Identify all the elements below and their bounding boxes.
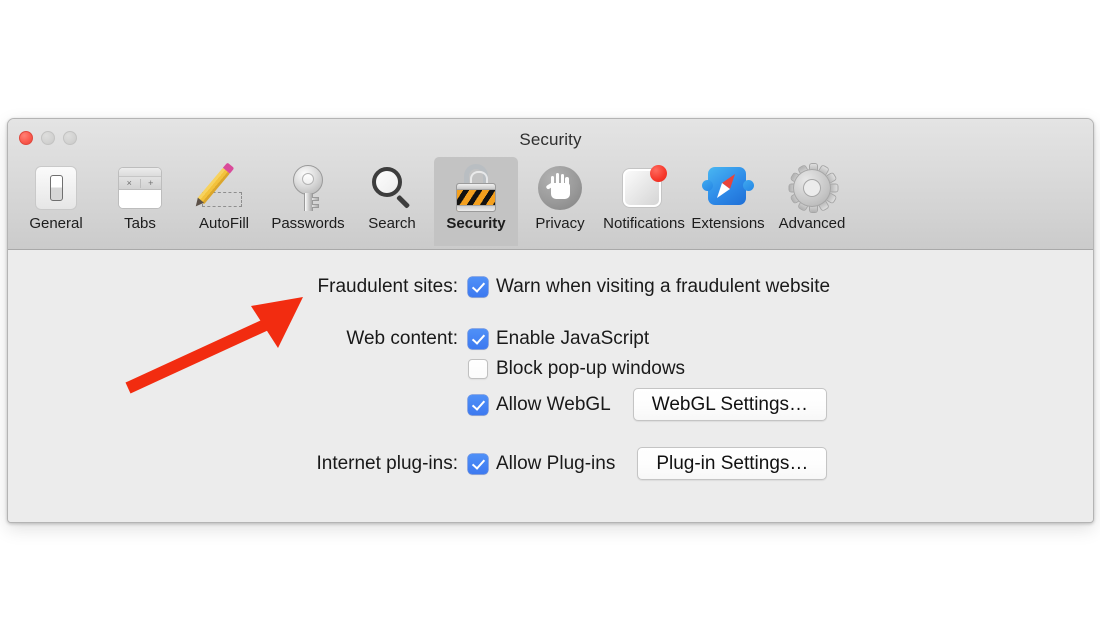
hand-icon	[538, 162, 582, 214]
toolbar-tab-search[interactable]: Search	[350, 157, 434, 246]
screenshot-canvas: Security General × + Tabs AutoFill Passw…	[0, 0, 1100, 644]
key-icon	[291, 162, 325, 214]
toolbar-tab-advanced[interactable]: Advanced	[770, 157, 854, 246]
toolbar-tab-privacy[interactable]: Privacy	[518, 157, 602, 246]
toolbar-tab-label: AutoFill	[198, 215, 250, 232]
window-chrome: Security General × + Tabs AutoFill Passw…	[8, 119, 1093, 250]
safari-preferences-window: Security General × + Tabs AutoFill Passw…	[7, 118, 1094, 523]
setting-row-allow-webgl: Allow WebGL WebGL Settings…	[8, 388, 1093, 421]
preferences-toolbar: General × + Tabs AutoFill Passwords Sear…	[14, 157, 854, 250]
group-label-web-content: Web content:	[346, 328, 458, 349]
toolbar-tab-label: Tabs	[124, 215, 156, 232]
toolbar-tab-label: Notifications	[603, 215, 685, 232]
group-label-fraudulent-sites: Fraudulent sites:	[317, 276, 458, 297]
checkbox-enable-javascript[interactable]	[468, 329, 488, 349]
checkbox-allow-plugins[interactable]	[468, 453, 488, 474]
gear-icon	[789, 162, 835, 214]
switch-icon	[35, 162, 77, 214]
checkbox-block-popup-windows[interactable]	[468, 359, 488, 379]
window-title: Security	[519, 130, 582, 149]
toolbar-tab-label: Advanced	[778, 215, 846, 232]
plugin-settings-button[interactable]: Plug-in Settings…	[637, 447, 828, 480]
toolbar-tab-label: Security	[446, 215, 506, 232]
webgl-settings-button[interactable]: WebGL Settings…	[632, 388, 828, 421]
puzzle-compass-icon	[702, 162, 754, 214]
toolbar-tab-passwords[interactable]: Passwords	[266, 157, 350, 246]
toolbar-tab-label: Passwords	[271, 215, 345, 232]
checkbox-label: Block pop-up windows	[496, 358, 686, 379]
setting-row-fraudulent-warn: Fraudulent sites: Warn when visiting a f…	[8, 276, 1093, 298]
toolbar-tab-label: Extensions	[691, 215, 765, 232]
pencil-form-icon	[197, 162, 247, 214]
toolbar-tab-label: Privacy	[535, 215, 585, 232]
toolbar-tab-autofill[interactable]: AutoFill	[182, 157, 266, 246]
group-label-internet-plugins: Internet plug-ins:	[316, 452, 458, 474]
checkbox-label: Allow WebGL	[496, 393, 611, 415]
security-settings-pane: Fraudulent sites: Warn when visiting a f…	[8, 250, 1093, 522]
toolbar-tab-extensions[interactable]: Extensions	[686, 157, 770, 246]
toolbar-tab-notifications[interactable]: Notifications	[602, 157, 686, 246]
setting-row-block-popups: Block pop-up windows	[8, 358, 1093, 380]
toolbar-tab-general[interactable]: General	[14, 157, 98, 246]
notification-badge-icon	[621, 162, 667, 214]
padlock-icon	[455, 162, 497, 214]
tabs-icon-new-glyph: +	[148, 177, 154, 188]
toolbar-tab-tabs[interactable]: × + Tabs	[98, 157, 182, 246]
checkbox-warn-fraudulent-website[interactable]	[468, 277, 488, 297]
toolbar-tab-security[interactable]: Security	[434, 157, 518, 246]
toolbar-tab-label: Search	[368, 215, 416, 232]
setting-row-enable-javascript: Web content: Enable JavaScript	[8, 328, 1093, 350]
checkbox-label: Enable JavaScript	[496, 328, 650, 349]
tabs-icon-close-glyph: ×	[119, 178, 141, 188]
checkbox-allow-webgl[interactable]	[468, 394, 488, 415]
magnifier-icon	[370, 162, 414, 214]
tabs-window-icon: × +	[118, 162, 162, 214]
toolbar-tab-label: General	[29, 215, 83, 232]
checkbox-label: Allow Plug-ins	[496, 452, 616, 474]
checkbox-label: Warn when visiting a fraudulent website	[496, 276, 831, 297]
setting-row-allow-plugins: Internet plug-ins: Allow Plug-ins Plug-i…	[8, 447, 1093, 480]
